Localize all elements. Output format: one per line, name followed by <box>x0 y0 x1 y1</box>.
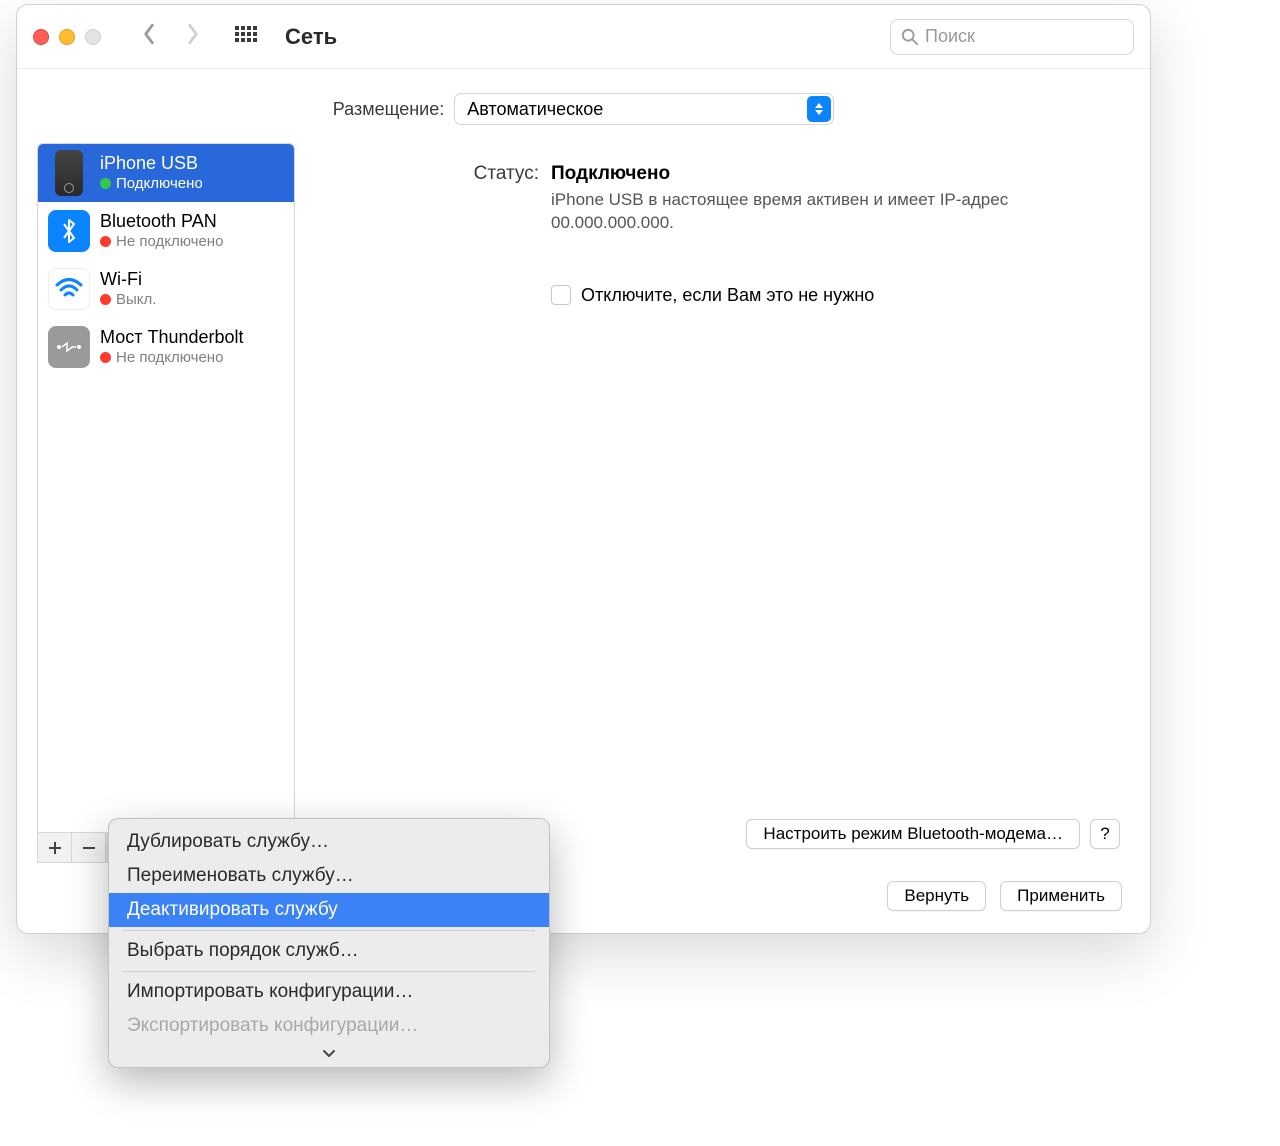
forward-button[interactable] <box>183 23 203 50</box>
detail-panel: Статус: Подключено iPhone USB в настояще… <box>309 143 1130 863</box>
wifi-icon <box>48 268 90 310</box>
help-button[interactable]: ? <box>1090 819 1120 849</box>
service-status: Не подключено <box>116 233 223 251</box>
location-select[interactable]: Автоматическое <box>454 93 834 125</box>
menu-import-configs[interactable]: Импортировать конфигурации… <box>109 975 549 1009</box>
service-name: Wi-Fi <box>100 269 156 291</box>
disable-label: Отключите, если Вам это не нужно <box>581 285 874 306</box>
network-prefs-window: Сеть Поиск Размещение: Автоматическое iP… <box>16 4 1151 934</box>
service-name: Bluetooth PAN <box>100 211 223 233</box>
add-service-button[interactable] <box>38 833 72 862</box>
zoom-window-button <box>85 29 101 45</box>
status-dot-red <box>100 352 111 363</box>
menu-rename-service[interactable]: Переименовать службу… <box>109 859 549 893</box>
select-arrows-icon <box>807 96 831 122</box>
menu-separator <box>123 971 535 972</box>
close-window-button[interactable] <box>33 29 49 45</box>
titlebar: Сеть Поиск <box>17 5 1150 69</box>
service-iphone-usb[interactable]: iPhone USB Подключено <box>38 144 294 202</box>
status-description: iPhone USB в настоящее время активен и и… <box>551 189 1071 235</box>
service-list: iPhone USB Подключено Bluetooth PAN Не п… <box>38 144 294 832</box>
search-placeholder: Поиск <box>925 26 975 47</box>
iphone-icon <box>48 152 90 194</box>
apply-button[interactable]: Применить <box>1000 881 1122 911</box>
status-value: Подключено <box>551 163 670 185</box>
service-status: Выкл. <box>116 291 156 309</box>
search-input[interactable]: Поиск <box>890 19 1134 55</box>
menu-export-configs: Экспортировать конфигурации… <box>109 1009 549 1043</box>
location-label: Размещение: <box>333 99 444 120</box>
nav-buttons <box>139 23 203 50</box>
service-status: Подключено <box>116 175 203 193</box>
menu-scroll-chevron[interactable] <box>109 1043 549 1065</box>
service-status: Не подключено <box>116 349 223 367</box>
service-name: iPhone USB <box>100 153 203 175</box>
traffic-lights <box>33 29 101 45</box>
service-bluetooth-pan[interactable]: Bluetooth PAN Не подключено <box>38 202 294 260</box>
bluetooth-icon <box>48 210 90 252</box>
location-row: Размещение: Автоматическое <box>17 69 1150 143</box>
service-name: Мост Thunderbolt <box>100 327 244 349</box>
chevron-down-icon <box>322 1049 336 1058</box>
disable-checkbox[interactable] <box>551 285 571 305</box>
service-wifi[interactable]: Wi-Fi Выкл. <box>38 260 294 318</box>
back-button[interactable] <box>139 23 159 50</box>
remove-service-button[interactable] <box>72 833 106 862</box>
status-dot-green <box>100 178 111 189</box>
location-value: Автоматическое <box>467 99 603 120</box>
status-dot-red <box>100 294 111 305</box>
service-actions-menu: Дублировать службу… Переименовать службу… <box>108 818 550 1068</box>
status-label: Статус: <box>339 163 539 185</box>
page-title: Сеть <box>285 24 876 50</box>
revert-button[interactable]: Вернуть <box>887 881 986 911</box>
service-thunderbolt-bridge[interactable]: Мост Thunderbolt Не подключено <box>38 318 294 376</box>
thunderbolt-icon <box>48 326 90 368</box>
configure-bluetooth-modem-button[interactable]: Настроить режим Bluetooth-модема… <box>746 819 1080 849</box>
show-all-icon[interactable] <box>235 26 257 48</box>
service-sidebar: iPhone USB Подключено Bluetooth PAN Не п… <box>37 143 295 863</box>
status-dot-red <box>100 236 111 247</box>
search-icon <box>901 28 919 46</box>
menu-duplicate-service[interactable]: Дублировать службу… <box>109 825 549 859</box>
menu-deactivate-service[interactable]: Деактивировать службу <box>109 893 549 927</box>
menu-separator <box>123 930 535 931</box>
menu-set-service-order[interactable]: Выбрать порядок служб… <box>109 934 549 968</box>
minimize-window-button[interactable] <box>59 29 75 45</box>
